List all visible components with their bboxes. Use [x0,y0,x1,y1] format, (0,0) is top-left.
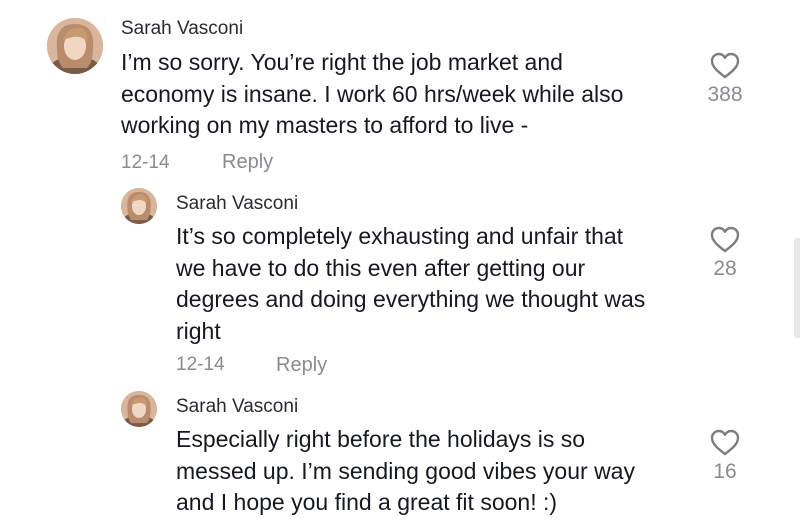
profile-photo-icon [47,18,103,74]
comment-date: 12-14 [121,152,170,173]
avatar[interactable] [121,188,157,224]
comment-author[interactable]: Sarah Vasconi [176,193,298,215]
profile-photo-icon [121,188,157,224]
avatar[interactable] [47,18,103,74]
comment-text-line: It’s so completely exhausting and unfair… [176,223,624,249]
like-button[interactable]: 28 [695,226,755,281]
heart-outline-icon [710,429,740,456]
reply-button[interactable]: Reply [222,151,273,174]
comment-text-line: messed up. I’m sending good vibes your w… [176,457,635,484]
comment-text-line: we have to do this even after getting ou… [176,254,586,281]
comment-author[interactable]: Sarah Vasconi [176,396,298,418]
scrollbar-handle[interactable] [794,238,800,338]
comment-text: Especially right before the holidays is … [176,424,635,519]
reply-button[interactable]: Reply [276,354,327,377]
comment-text: It’s so completely exhausting and unfair… [176,221,645,347]
comment-text-line: working on my masters to afford to live … [121,112,529,138]
profile-photo-icon [121,391,157,427]
comment-author[interactable]: Sarah Vasconi [121,18,243,40]
comment-text-line: degrees and doing everything we thought … [176,286,646,312]
avatar[interactable] [121,391,157,427]
like-button[interactable]: 16 [695,429,755,484]
heart-outline-icon [710,226,740,253]
comment-text-line: right [176,317,221,344]
comment-text-line: I’m so sorry. You’re right the job marke… [121,49,563,75]
heart-outline-icon [710,52,740,79]
like-button[interactable]: 388 [695,52,755,107]
comment-text-line: economy is insane. I work 60 hrs/week wh… [121,80,624,107]
comment-date: 12-14 [176,354,225,375]
comment-text-line: and I hope you find a great fit soon! :) [176,489,558,515]
like-count: 388 [707,83,743,106]
comment-text-line: Especially right before the holidays is … [176,426,586,452]
comment-text: I’m so sorry. You’re right the job marke… [121,47,623,142]
like-count: 28 [713,257,737,280]
like-count: 16 [713,460,737,483]
